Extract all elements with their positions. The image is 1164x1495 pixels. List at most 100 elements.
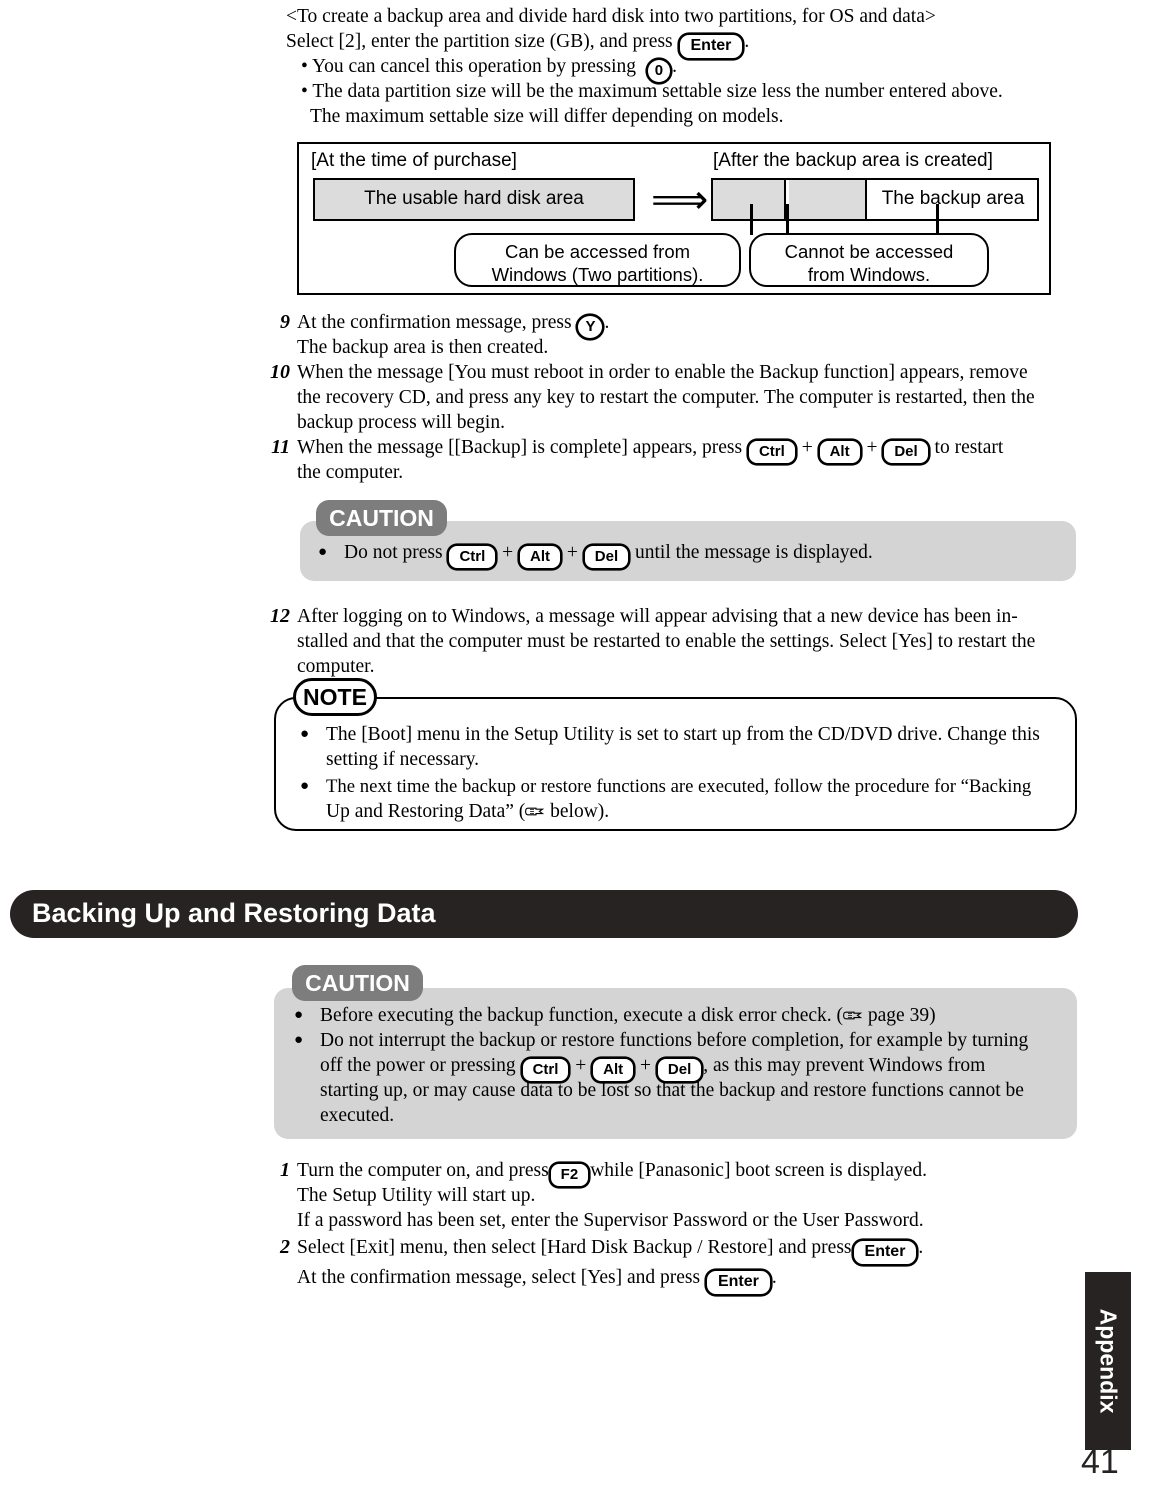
caution-2-b1-post: page 39) (863, 1005, 936, 1026)
callout-accessible: Can be accessed from Windows (Two partit… (454, 233, 741, 287)
bullet-dot-icon: ● (300, 726, 310, 742)
caution-2-bullet-1-line: Before executing the backup function, ex… (320, 1003, 1074, 1028)
step-11: 11 When the message [[Backup] is complet… (264, 435, 1084, 485)
step-10-line-1: When the message [You must reboot in ord… (297, 362, 1028, 383)
step-10: 10 When the message [You must reboot in … (264, 360, 1084, 435)
step-12-line-2: stalled and that the computer must be re… (297, 631, 1036, 652)
intro-paragraph: <To create a backup area and divide hard… (286, 4, 1076, 129)
step-11-line-1: When the message [[Backup] is complete] … (297, 435, 1084, 465)
key-ctrl: Ctrl (746, 439, 797, 465)
key-enter: Enter (704, 1269, 772, 1296)
bar-segment-backup: The backup area (869, 180, 1037, 219)
bar-usable-hard-disk: The usable hard disk area (313, 178, 635, 221)
step-9-number: 9 (280, 311, 290, 333)
step-12: 12 After logging on to Windows, a messag… (264, 604, 1094, 679)
note-ref-post: below). (545, 801, 610, 822)
key-ctrl: Ctrl (447, 544, 498, 570)
step-2-l2-post: . (771, 1267, 777, 1288)
step-2-l1-pre: Select [Exit] menu, then select [Hard Di… (297, 1237, 852, 1258)
caution-1-bullet-1: ● Do not press Ctrl + Alt + Del until th… (318, 540, 1068, 570)
step-1-number: 1 (280, 1159, 290, 1181)
note-ref-pre: Up and Restoring Data” ( (326, 801, 526, 822)
bullet-dot-icon: ● (294, 1032, 304, 1048)
key-f2: F2 (548, 1162, 591, 1188)
step-2-l1-post: . (918, 1237, 924, 1258)
bar-segment-data (788, 180, 867, 219)
intro-line-1: <To create a backup area and divide hard… (286, 6, 936, 27)
step-12-line-3: computer. (297, 656, 375, 677)
step-1-line-3: If a password has been set, enter the Su… (297, 1210, 924, 1231)
intro-line-2-text: Select [2], enter the partition size (GB… (286, 31, 673, 52)
step-11-number: 11 (271, 436, 290, 458)
step-9-line-1: At the confirmation message, press Y. (297, 310, 1084, 340)
callout-accessible-line-2: Windows (Two partitions). (491, 264, 704, 285)
step-9: 9 At the confirmation message, press Y. … (264, 310, 1084, 360)
step-1-bottom: 1 Turn the computer on, and press F2 while… (264, 1158, 1094, 1233)
note-bullet-2: ● The next time the backup or restore fu… (300, 774, 1070, 824)
caution-1-bullet-1-line: Do not press Ctrl + Alt + Del until the … (344, 540, 1068, 570)
partition-diagram: [At the time of purchase] [After the bac… (297, 142, 1051, 295)
note-bullets: ● The [Boot] menu in the Setup Utility i… (300, 722, 1070, 824)
caution-2-bullet-2: ● Do not interrupt the backup or restore… (294, 1028, 1074, 1128)
intro-period-b: . (672, 56, 677, 77)
caution-2-b2-line-1: Do not interrupt the backup or restore f… (320, 1030, 1029, 1051)
bullet-dot-icon: ● (300, 778, 310, 794)
pointing-hand-icon (843, 1005, 863, 1020)
manual-page: <To create a backup area and divide hard… (0, 0, 1164, 1495)
step-1-line-2: The Setup Utility will start up. (297, 1185, 536, 1206)
bar-after-backup: The backup area (711, 178, 1039, 221)
caution-2-bullets: ● Before executing the backup function, … (294, 1003, 1074, 1128)
connector-os (750, 204, 753, 235)
intro-line-4: • The data partition size will be the ma… (301, 81, 1003, 102)
caution-1-post: until the message is displayed. (630, 542, 873, 563)
step-10-number: 10 (270, 361, 290, 383)
key-del: Del (582, 544, 631, 570)
step-9-line-1-post: . (604, 312, 610, 333)
side-tab-label: Appendix (1095, 1308, 1122, 1414)
bullet-dot-icon: ● (294, 1007, 304, 1023)
step-11-line-2: the computer. (297, 462, 404, 483)
step-11-line-1-text: When the message [[Backup] is complete] … (297, 437, 747, 458)
diagram-label-left: [At the time of purchase] (311, 150, 517, 171)
caution-2-b2-post: , as this may prevent Windows from (703, 1055, 986, 1076)
step-10-line-2: the recovery CD, and press any key to re… (297, 387, 1035, 408)
callout-accessible-line-1: Can be accessed from (504, 241, 691, 262)
step-11-line-1-post: to restart (929, 437, 1004, 458)
note-bullet-1-line-1: The [Boot] menu in the Setup Utility is … (326, 724, 1040, 745)
bar-usable-hard-disk-label: The usable hard disk area (364, 188, 584, 209)
step-12-line-1: After logging on to Windows, a message w… (297, 606, 1018, 627)
caution-2-b2-pre: off the power or pressing (320, 1055, 521, 1076)
step-2-number: 2 (280, 1236, 290, 1258)
step-9-line-2: The backup area is then created. (297, 337, 549, 358)
intro-period-a: . (744, 31, 750, 52)
step-2-line-1: Select [Exit] menu, then select [Hard Di… (297, 1235, 1094, 1266)
callout-not-accessible-line-2: from Windows. (807, 264, 931, 285)
key-del: Del (882, 439, 930, 465)
step-2-line-2: At the confirmation message, select [Yes… (297, 1265, 1094, 1296)
caution-tab-2: CAUTION (292, 965, 423, 1001)
note-bullet-2-line-1: The next time the backup or restore func… (326, 776, 1032, 797)
step-12-number: 12 (270, 605, 290, 627)
intro-line-5: The maximum settable size will differ de… (310, 106, 784, 127)
page-number: 41 (1081, 1443, 1119, 1481)
step-2-bottom: 2 Select [Exit] menu, then select [Hard … (264, 1235, 1094, 1296)
note-tab: NOTE (293, 678, 377, 716)
caution-2-bullet-1: ● Before executing the backup function, … (294, 1003, 1074, 1028)
callout-not-accessible: Cannot be accessed from Windows. (749, 233, 989, 287)
key-enter: Enter (677, 33, 745, 60)
caution-2-b2-line-4: executed. (320, 1105, 395, 1126)
section-banner-title: Backing Up and Restoring Data (32, 898, 436, 928)
callout-not-accessible-line-1: Cannot be accessed (784, 241, 954, 262)
note-bullet-2-line-2: Up and Restoring Data” ( below). (326, 799, 1070, 824)
step-9-line-1-text: At the confirmation message, press (297, 312, 577, 333)
step-1-line-1: Turn the computer on, and press F2 while [… (297, 1158, 1094, 1188)
caution-2-b2-line-3: starting up, or may cause data to be los… (320, 1080, 1024, 1101)
arrow-right-icon: ⟹ (651, 177, 709, 223)
step-1-l1-pre: Turn the computer on, and press (297, 1160, 549, 1181)
connector-backup (936, 204, 939, 235)
note-bullet-1-line-2: setting if necessary. (326, 749, 480, 770)
bar-segment-backup-label: The backup area (881, 188, 1025, 209)
caution-1-bullets: ● Do not press Ctrl + Alt + Del until th… (318, 540, 1068, 570)
caution-2-b2-line-2: off the power or pressing Ctrl + Alt + D… (320, 1053, 1074, 1083)
note-bullet-1: ● The [Boot] menu in the Setup Utility i… (300, 722, 1070, 772)
